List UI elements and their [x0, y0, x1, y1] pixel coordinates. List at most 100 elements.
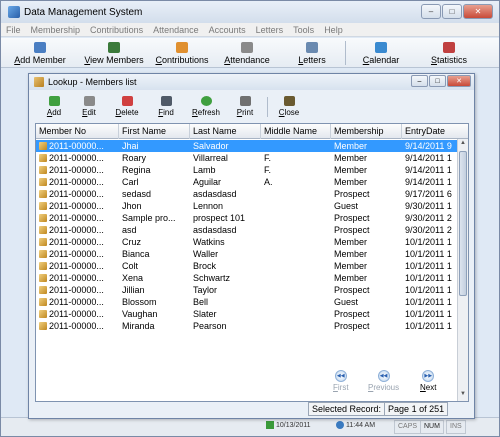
table-row[interactable]: 2011-00000... Vaughan Slater Prospect 10/1/2… — [36, 308, 468, 320]
cell-last-name: asdasdasd — [190, 224, 261, 236]
minimize-button[interactable]: – — [421, 4, 441, 19]
previous-button[interactable]: ◀◀ Previous — [368, 370, 399, 392]
cell-text: Member — [334, 177, 368, 187]
table-row[interactable]: 2011-00000... sedasd asdasdasd Prospect 9/17… — [36, 188, 468, 200]
cell-text: Carl — [122, 177, 139, 187]
cell-text: 9/14/2011 1 — [405, 177, 452, 187]
cell-member-no: 2011-00000... — [36, 272, 119, 284]
column-header-membership[interactable]: Membership — [331, 124, 402, 139]
selected-record-label: Selected Record: — [309, 403, 386, 415]
cell-first-name: Xena — [119, 272, 190, 284]
calendar-button[interactable]: Calendar — [346, 38, 416, 68]
menu-help[interactable]: Help — [319, 25, 348, 35]
cell-text: Villarreal — [193, 153, 228, 163]
table-row[interactable]: 2011-00000... Jhon Lennon Guest 9/30/2011 1 — [36, 200, 468, 212]
contributions-button[interactable]: Contributions — [149, 38, 215, 68]
table-row[interactable]: 2011-00000... Roary Villarreal F. Member 9/14… — [36, 152, 468, 164]
status-time-text: 11:44 AM — [346, 421, 376, 429]
print-button[interactable]: Print — [227, 93, 263, 120]
record-pencil-icon — [39, 142, 47, 150]
record-pencil-icon — [39, 274, 47, 282]
table-row[interactable]: 2011-00000... Jillian Taylor Prospect 10/1/2… — [36, 284, 468, 296]
table-row[interactable]: 2011-00000... Blossom Bell Guest 10/1/2011 1 — [36, 296, 468, 308]
table-row[interactable]: 2011-00000... Miranda Pearson Prospect 10/1/… — [36, 320, 468, 332]
record-pencil-icon — [39, 322, 47, 330]
lookup-window-controls: – □ ✕ — [411, 75, 471, 87]
cell-text: Prospect — [334, 321, 370, 331]
table-row[interactable]: 2011-00000... Sample pro... prospect 101 Pr… — [36, 212, 468, 224]
cell-middle-name — [261, 296, 331, 308]
menu-attendance[interactable]: Attendance — [148, 25, 204, 35]
cell-text: A. — [264, 177, 273, 187]
cell-member-no: 2011-00000... — [36, 236, 119, 248]
statistics-button[interactable]: Statistics — [416, 38, 482, 68]
cell-text: 10/1/2011 1 — [405, 309, 452, 319]
add-member-button[interactable]: Add Member — [1, 38, 79, 68]
column-header-first-name[interactable]: First Name — [119, 124, 190, 139]
cell-text: Prospect — [334, 225, 370, 235]
find-button[interactable]: Find — [147, 93, 185, 120]
menu-contributions[interactable]: Contributions — [85, 25, 148, 35]
column-header-middle-name[interactable]: Middle Name — [261, 124, 331, 139]
cell-membership: Member — [331, 176, 402, 188]
cell-middle-name — [261, 236, 331, 248]
next-button[interactable]: ▶▶ Next — [420, 370, 436, 392]
menu-letters[interactable]: Letters — [251, 25, 289, 35]
lookup-close-button[interactable]: ✕ — [447, 75, 471, 87]
menu-file[interactable]: File — [1, 25, 26, 35]
table-row[interactable]: 2011-00000... Colt Brock Member 10/1/2011 1 — [36, 260, 468, 272]
table-row[interactable]: 2011-00000... Carl Aguilar A. Member 9/14/201… — [36, 176, 468, 188]
table-row[interactable]: 2011-00000... asd asdasdasd Prospect 9/30/20… — [36, 224, 468, 236]
scrollbar-thumb[interactable] — [459, 151, 467, 296]
table-row[interactable]: 2011-00000... Xena Schwartz Member 10/1/2011… — [36, 272, 468, 284]
letters-button[interactable]: Letters — [279, 38, 345, 68]
cell-middle-name: F. — [261, 152, 331, 164]
lookup-minimize-button[interactable]: – — [411, 75, 428, 87]
cell-text: Cruz — [122, 237, 142, 247]
column-header-last-name[interactable]: Last Name — [190, 124, 261, 139]
edit-button[interactable]: Edit — [71, 93, 107, 120]
table-row[interactable]: 2011-00000... Bianca Waller Member 10/1/2011… — [36, 248, 468, 260]
cell-member-no: 2011-00000... — [36, 164, 119, 176]
cell-text: 2011-00000... — [49, 201, 104, 211]
scroll-up-arrow-icon[interactable]: ▲ — [458, 140, 468, 150]
view-members-button[interactable]: View Members — [79, 38, 149, 68]
close-lookup-button[interactable]: Close — [272, 93, 306, 120]
cell-text: Roary — [122, 153, 147, 163]
first-button[interactable]: ◀◀ First — [333, 370, 349, 392]
cell-text: Colt — [122, 261, 139, 271]
refresh-button[interactable]: Refresh — [185, 93, 227, 120]
cell-member-no: 2011-00000... — [36, 284, 119, 296]
menu-membership[interactable]: Membership — [26, 25, 86, 35]
scroll-down-arrow-icon[interactable]: ▼ — [458, 391, 468, 401]
table-row[interactable]: 2011-00000... Jhai Salvador Member 9/14/2011… — [36, 140, 468, 152]
cell-first-name: Sample pro... — [119, 212, 190, 224]
menu-tools[interactable]: Tools — [288, 25, 319, 35]
cell-membership: Prospect — [331, 212, 402, 224]
lookup-maximize-button[interactable]: □ — [429, 75, 446, 87]
cell-text: Vaughan — [122, 309, 158, 319]
cell-last-name: Taylor — [190, 284, 261, 296]
column-header-entry-date[interactable]: EntryDate — [402, 124, 468, 139]
column-header-member-no[interactable]: Member No — [36, 124, 119, 139]
attendance-button[interactable]: Attendance — [215, 38, 279, 68]
add-button[interactable]: Add — [37, 93, 71, 120]
menu-accounts[interactable]: Accounts — [204, 25, 251, 35]
add-member-icon — [34, 41, 46, 53]
ins-indicator: INS — [446, 420, 466, 434]
record-pencil-icon — [39, 238, 47, 246]
cell-text: 2011-00000... — [49, 273, 104, 283]
cell-text: Member — [334, 249, 368, 259]
close-button[interactable]: ✕ — [463, 4, 493, 19]
vertical-scrollbar[interactable]: ▲ ▼ — [457, 139, 468, 401]
delete-button[interactable]: Delete — [107, 93, 147, 120]
table-row[interactable]: 2011-00000... Cruz Watkins Member 10/1/2011 … — [36, 236, 468, 248]
cell-text: 2011-00000... — [49, 297, 104, 307]
cell-member-no: 2011-00000... — [36, 188, 119, 200]
table-row[interactable]: 2011-00000... Regina Lamb F. Member 9/14/2011… — [36, 164, 468, 176]
cell-text: Member — [334, 261, 368, 271]
cell-last-name: Pearson — [190, 320, 261, 332]
maximize-button[interactable]: □ — [442, 4, 462, 19]
view-members-label: View Members — [84, 54, 144, 65]
members-grid[interactable]: Member No First Name Last Name Middle Na… — [35, 123, 469, 402]
